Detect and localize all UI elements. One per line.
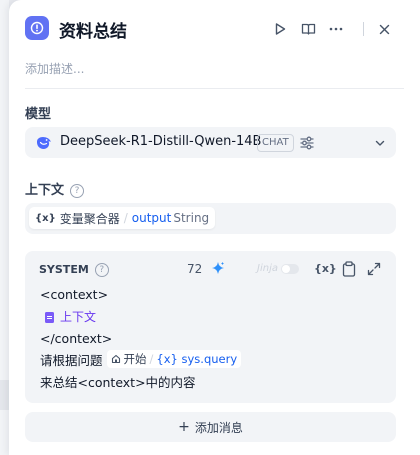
deepseek-logo-icon bbox=[37, 137, 51, 149]
chevron-down-icon[interactable] bbox=[373, 136, 387, 150]
context-variable-tag[interactable]: {x} 变量聚合器 / output String bbox=[29, 207, 216, 229]
context-variable-field[interactable]: {x} 变量聚合器 / output String bbox=[25, 203, 396, 234]
jinja-toggle[interactable] bbox=[281, 264, 299, 274]
prompt-line: 请根据问题 开始 / {x} sys.query bbox=[40, 348, 242, 372]
header-divider bbox=[25, 88, 404, 89]
system-prompt-editor[interactable]: SYSTEM? 72 Jinja {x} <context> 上下文 </con… bbox=[25, 251, 396, 403]
token-count: 72 bbox=[187, 262, 203, 276]
sys-query-variable-chip[interactable]: 开始 / {x} sys.query bbox=[106, 348, 242, 370]
llm-node-icon bbox=[25, 16, 49, 40]
node-title[interactable]: 资料总结 bbox=[59, 17, 127, 42]
variable-type: String bbox=[173, 211, 210, 225]
document-icon bbox=[45, 311, 54, 323]
variable-icon: {x} bbox=[35, 212, 56, 224]
prompt-role-row: SYSTEM? bbox=[39, 263, 109, 277]
variable-icon: {x} bbox=[156, 352, 182, 366]
prompt-line: <context> bbox=[40, 287, 109, 302]
help-icon[interactable]: ? bbox=[94, 263, 109, 277]
clipboard-icon[interactable] bbox=[342, 261, 356, 277]
home-icon bbox=[111, 354, 120, 364]
sys-query-variable: {x} sys.query bbox=[156, 348, 237, 370]
panel-header: 资料总结 bbox=[9, 14, 420, 44]
model-label: 模型 bbox=[25, 107, 52, 122]
variable-name: output bbox=[131, 211, 172, 225]
prompt-role: SYSTEM bbox=[39, 263, 89, 276]
prompt-line: 来总结<context>中的内容 bbox=[40, 375, 196, 390]
header-separator bbox=[363, 22, 364, 36]
prompt-content[interactable]: <context> 上下文 </context> 请根据问题 开始 / {x} … bbox=[40, 284, 242, 394]
model-mode-badge: CHAT bbox=[257, 134, 294, 152]
prompt-line: </context> bbox=[40, 331, 113, 346]
help-icon[interactable]: ? bbox=[70, 184, 85, 198]
sliders-icon[interactable] bbox=[299, 135, 315, 151]
book-icon[interactable] bbox=[298, 19, 318, 39]
node-config-panel: 资料总结 添加描述... 模型 DeepSeek-R1-Distill-Qwen… bbox=[9, 0, 420, 455]
prompt-line: 上下文 bbox=[40, 306, 241, 328]
sys-query-separator: / bbox=[149, 352, 154, 366]
canvas-selection bbox=[0, 380, 9, 410]
add-message-button[interactable]: + 添加消息 bbox=[25, 412, 396, 442]
jinja-label: Jinja bbox=[257, 263, 278, 274]
model-name: DeepSeek-R1-Distill-Qwen-14B bbox=[60, 134, 262, 149]
description-input[interactable]: 添加描述... bbox=[25, 60, 84, 77]
sys-query-node: 开始 bbox=[123, 352, 147, 366]
variable-separator: / bbox=[123, 211, 128, 225]
sys-query-name: sys.query bbox=[181, 352, 238, 366]
context-chip-label: 上下文 bbox=[60, 310, 97, 324]
close-icon[interactable] bbox=[374, 19, 394, 39]
context-label: 上下文 bbox=[25, 183, 65, 198]
add-message-label: 添加消息 bbox=[194, 420, 243, 435]
insert-variable-icon[interactable]: {x} bbox=[314, 262, 337, 275]
canvas-edge bbox=[0, 0, 9, 455]
plus-icon: + bbox=[178, 419, 190, 435]
variable-node-name: 变量聚合器 bbox=[59, 211, 120, 226]
model-selector[interactable]: DeepSeek-R1-Distill-Qwen-14B CHAT bbox=[25, 127, 396, 158]
prompt-text-segment: 请根据问题 bbox=[40, 353, 103, 368]
expand-icon[interactable] bbox=[367, 262, 381, 276]
context-label-row: 上下文? bbox=[25, 179, 85, 198]
context-block-chip[interactable]: 上下文 bbox=[40, 306, 96, 328]
more-icon[interactable] bbox=[326, 19, 346, 39]
sparkle-icon[interactable] bbox=[211, 261, 225, 275]
run-icon[interactable] bbox=[270, 19, 290, 39]
